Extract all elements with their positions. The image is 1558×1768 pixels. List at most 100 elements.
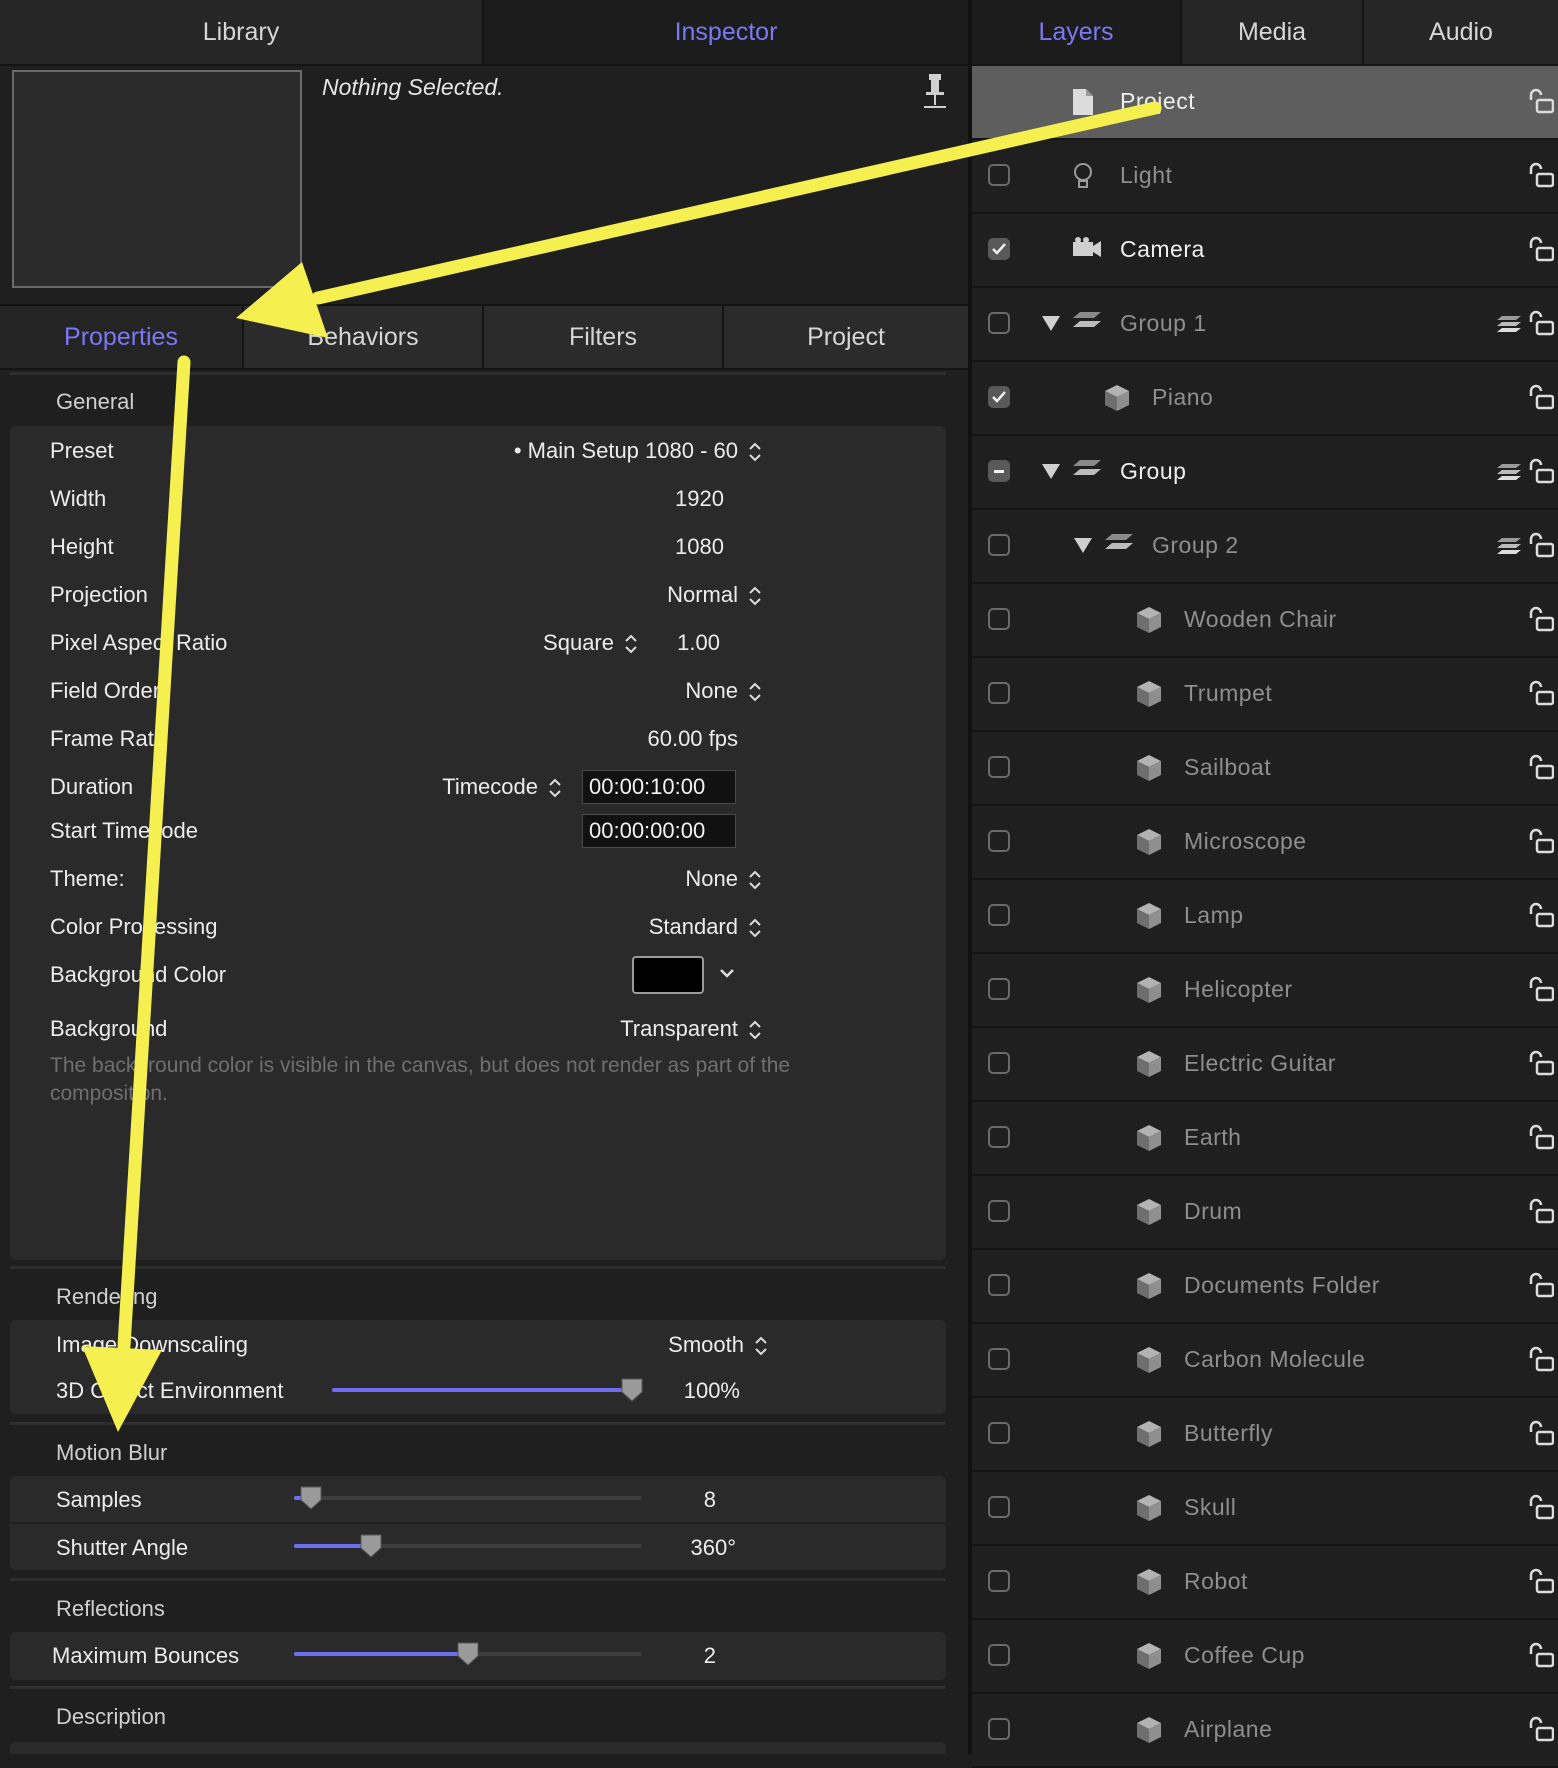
layer-row-lamp[interactable]: Lamp [972, 880, 1558, 954]
lock-icon[interactable] [1528, 976, 1555, 1007]
layer-row-carbon-molecule[interactable]: Carbon Molecule [972, 1324, 1558, 1398]
subtab-behaviors[interactable]: Behaviors [244, 306, 482, 368]
shutter-angle-value[interactable]: 360° [660, 1535, 736, 1561]
visibility-checkbox[interactable] [988, 1052, 1010, 1074]
subtab-filters[interactable]: Filters [484, 306, 722, 368]
layer-row-documents-folder[interactable]: Documents Folder [972, 1250, 1558, 1324]
lock-icon[interactable] [1528, 1642, 1555, 1673]
layer-row-coffee-cup[interactable]: Coffee Cup [972, 1620, 1558, 1694]
start-timecode-field[interactable]: 00:00:00:00 [582, 814, 736, 848]
duration-format-popup[interactable]: Timecode [380, 774, 562, 800]
visibility-checkbox[interactable] [988, 534, 1010, 556]
layer-row-skull[interactable]: Skull [972, 1472, 1558, 1546]
visibility-checkbox[interactable] [988, 904, 1010, 926]
lock-icon[interactable] [1528, 754, 1555, 785]
lock-icon[interactable] [1528, 1568, 1555, 1599]
visibility-checkbox[interactable] [988, 1570, 1010, 1592]
lock-icon[interactable] [1528, 1198, 1555, 1229]
lock-icon[interactable] [1528, 680, 1555, 711]
pin-icon[interactable] [924, 72, 946, 115]
samples-value[interactable]: 8 [660, 1487, 716, 1513]
lock-icon[interactable] [1528, 1050, 1555, 1081]
slider-knob[interactable] [360, 1534, 382, 1558]
tab-layers[interactable]: Layers [972, 0, 1180, 64]
lock-icon[interactable] [1528, 1346, 1555, 1377]
layer-row-robot[interactable]: Robot [972, 1546, 1558, 1620]
layer-row-butterfly[interactable]: Butterfly [972, 1398, 1558, 1472]
stack-icon[interactable] [1496, 536, 1522, 561]
visibility-checkbox[interactable] [988, 830, 1010, 852]
tab-library[interactable]: Library [0, 0, 482, 64]
visibility-checkbox[interactable] [988, 164, 1010, 186]
visibility-checkbox[interactable] [988, 460, 1010, 482]
chevron-down-icon[interactable] [718, 966, 736, 985]
max-bounces-value[interactable]: 2 [660, 1643, 716, 1669]
field-order-popup[interactable]: None [560, 678, 762, 704]
visibility-checkbox[interactable] [988, 682, 1010, 704]
visibility-checkbox[interactable] [988, 1644, 1010, 1666]
layer-row-camera[interactable]: Camera [972, 214, 1558, 288]
visibility-checkbox[interactable] [988, 1496, 1010, 1518]
lock-icon[interactable] [1528, 236, 1555, 267]
lock-icon[interactable] [1528, 88, 1555, 119]
layer-row-wooden-chair[interactable]: Wooden Chair [972, 584, 1558, 658]
duration-field[interactable]: 00:00:10:00 [582, 770, 736, 804]
color-processing-popup[interactable]: Standard [540, 914, 762, 940]
disclosure-triangle-icon[interactable] [1074, 538, 1092, 553]
theme-popup[interactable]: None [560, 866, 762, 892]
layer-row-sailboat[interactable]: Sailboat [972, 732, 1558, 806]
layer-row-light[interactable]: Light [972, 140, 1558, 214]
lock-icon[interactable] [1528, 1124, 1555, 1155]
visibility-checkbox[interactable] [988, 238, 1010, 260]
lock-icon[interactable] [1528, 1716, 1555, 1747]
visibility-checkbox[interactable] [988, 1718, 1010, 1740]
lock-icon[interactable] [1528, 828, 1555, 859]
layer-row-project[interactable]: Project [972, 66, 1558, 140]
lock-icon[interactable] [1528, 902, 1555, 933]
slider-knob[interactable] [457, 1642, 479, 1666]
visibility-checkbox[interactable] [988, 608, 1010, 630]
lock-icon[interactable] [1528, 384, 1555, 415]
tab-media[interactable]: Media [1182, 0, 1362, 64]
lock-icon[interactable] [1528, 458, 1555, 489]
samples-slider[interactable] [294, 1496, 642, 1500]
tab-audio[interactable]: Audio [1364, 0, 1558, 64]
layer-row-airplane[interactable]: Airplane [972, 1694, 1558, 1768]
layer-row-piano[interactable]: Piano [972, 362, 1558, 436]
visibility-checkbox[interactable] [988, 1274, 1010, 1296]
height-value[interactable]: 1080 [600, 534, 724, 560]
lock-icon[interactable] [1528, 310, 1555, 341]
subtab-project[interactable]: Project [724, 306, 968, 368]
lock-icon[interactable] [1528, 162, 1555, 193]
visibility-checkbox[interactable] [988, 1348, 1010, 1370]
slider-knob[interactable] [300, 1486, 322, 1510]
shutter-angle-slider[interactable] [294, 1544, 642, 1548]
layer-row-electric-guitar[interactable]: Electric Guitar [972, 1028, 1558, 1102]
layer-row-drum[interactable]: Drum [972, 1176, 1558, 1250]
layer-row-group-2[interactable]: Group 2 [972, 510, 1558, 584]
layer-row-earth[interactable]: Earth [972, 1102, 1558, 1176]
layer-row-group[interactable]: Group [972, 436, 1558, 510]
layer-row-group-1[interactable]: Group 1 [972, 288, 1558, 362]
projection-popup[interactable]: Normal [560, 582, 762, 608]
pixel-aspect-popup[interactable]: Square [470, 630, 638, 656]
pixel-aspect-value[interactable]: 1.00 [640, 630, 720, 656]
environment-slider[interactable] [332, 1388, 632, 1392]
visibility-checkbox[interactable] [988, 1200, 1010, 1222]
disclosure-triangle-icon[interactable] [1042, 464, 1060, 479]
stack-icon[interactable] [1496, 462, 1522, 487]
visibility-checkbox[interactable] [988, 1126, 1010, 1148]
image-downscaling-popup[interactable]: Smooth [560, 1332, 768, 1358]
lock-icon[interactable] [1528, 1420, 1555, 1451]
lock-icon[interactable] [1528, 1272, 1555, 1303]
visibility-checkbox[interactable] [988, 978, 1010, 1000]
tab-inspector[interactable]: Inspector [484, 0, 968, 64]
visibility-checkbox[interactable] [988, 386, 1010, 408]
layer-row-microscope[interactable]: Microscope [972, 806, 1558, 880]
lock-icon[interactable] [1528, 532, 1555, 563]
visibility-checkbox[interactable] [988, 312, 1010, 334]
lock-icon[interactable] [1528, 1494, 1555, 1525]
width-value[interactable]: 1920 [600, 486, 724, 512]
layer-row-trumpet[interactable]: Trumpet [972, 658, 1558, 732]
background-color-swatch[interactable] [632, 956, 704, 994]
